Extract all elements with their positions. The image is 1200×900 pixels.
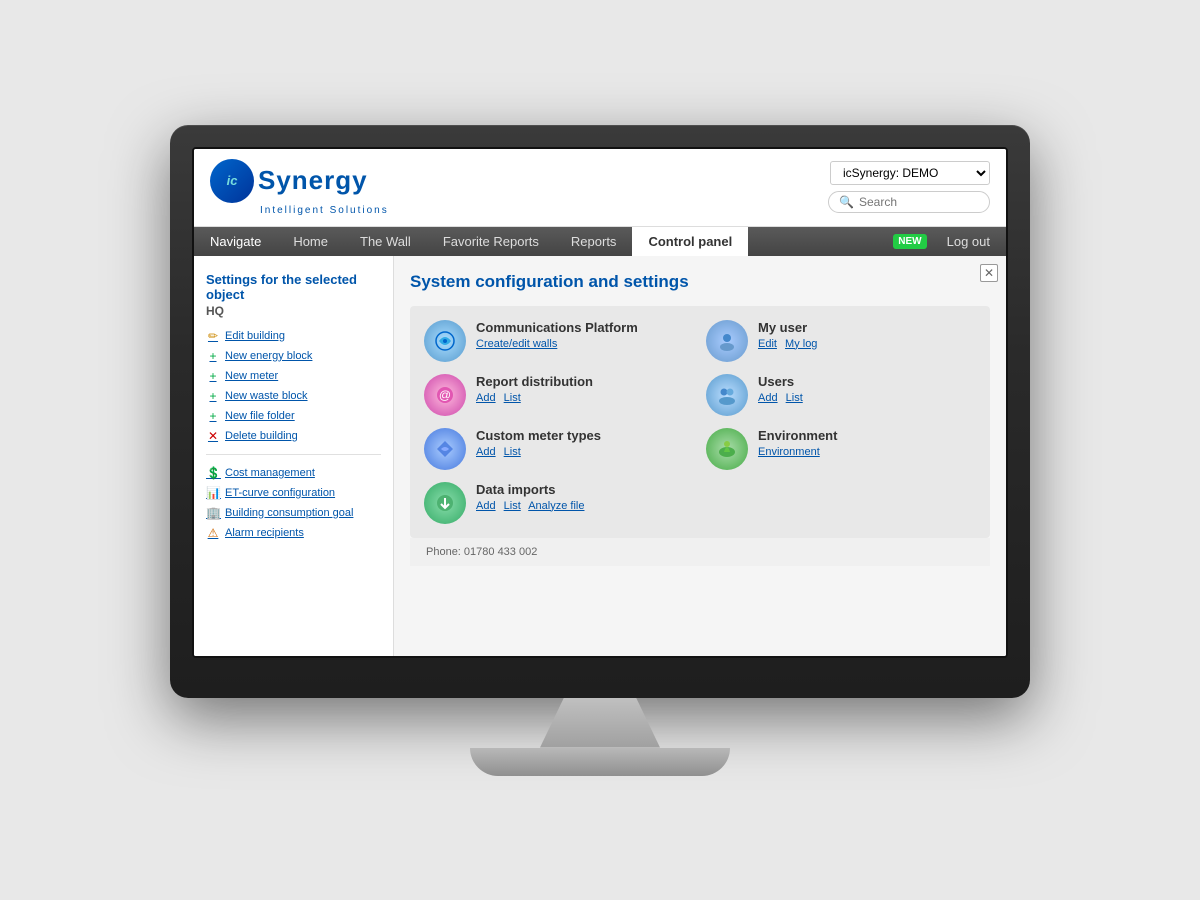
monitor-stand-neck xyxy=(540,698,660,748)
footer-phone: Phone: 01780 433 002 xyxy=(410,538,990,566)
sidebar-subtitle: HQ xyxy=(194,304,393,326)
my-user-links: Edit My log xyxy=(758,338,822,350)
sidebar-link-cost[interactable]: 💲 Cost management xyxy=(194,463,393,483)
logo-icon: ic xyxy=(210,159,254,203)
app-wrapper: ic Synergy Intelligent Solutions icSyner… xyxy=(194,149,1006,656)
logo-tagline: Intelligent Solutions xyxy=(260,205,389,216)
custom-meter-list-link[interactable]: List xyxy=(504,446,521,458)
header-right: icSynergy: DEMO 🔍 xyxy=(828,161,990,213)
logo-area: ic Synergy Intelligent Solutions xyxy=(210,159,389,216)
search-icon: 🔍 xyxy=(839,195,854,209)
custom-meter-text: Custom meter types Add List xyxy=(476,428,601,458)
comm-platform-icon xyxy=(424,320,466,362)
search-input[interactable] xyxy=(859,195,979,209)
logout-button[interactable]: Log out xyxy=(931,227,1006,256)
cost-icon: 💲 xyxy=(206,466,220,480)
sidebar-divider xyxy=(206,454,381,455)
users-icon xyxy=(706,374,748,416)
monitor-stand-base xyxy=(470,748,730,776)
sidebar-link-edit-building[interactable]: ✏ Edit building xyxy=(194,326,393,346)
config-item-data: Data imports Add List Analyze file xyxy=(424,482,694,524)
data-imports-links: Add List Analyze file xyxy=(476,500,589,512)
monitor: ic Synergy Intelligent Solutions icSyner… xyxy=(170,125,1030,776)
header: ic Synergy Intelligent Solutions icSyner… xyxy=(194,149,1006,227)
content-title: System configuration and settings xyxy=(410,272,990,292)
plus-icon-4: + xyxy=(206,409,220,423)
monitor-screen: ic Synergy Intelligent Solutions icSyner… xyxy=(192,147,1008,658)
plus-icon-3: + xyxy=(206,389,220,403)
custom-meter-icon xyxy=(424,428,466,470)
report-dist-text: Report distribution Add List xyxy=(476,374,593,404)
data-imports-analyze-link[interactable]: Analyze file xyxy=(528,500,584,512)
my-user-icon xyxy=(706,320,748,362)
sidebar-title: Settings for the selected object xyxy=(194,266,393,304)
report-dist-add-link[interactable]: Add xyxy=(476,392,496,404)
main-layout: Settings for the selected object HQ ✏ Ed… xyxy=(194,256,1006,656)
users-links: Add List xyxy=(758,392,808,404)
nav-item-reports[interactable]: Reports xyxy=(555,227,633,256)
sidebar-link-new-energy[interactable]: + New energy block xyxy=(194,346,393,366)
my-user-log-link[interactable]: My log xyxy=(785,338,817,350)
nav-item-navigate[interactable]: Navigate xyxy=(194,227,277,256)
config-item-report: @ Report distribution Add List xyxy=(424,374,694,416)
config-item-myuser: My user Edit My log xyxy=(706,320,976,362)
custom-meter-add-link[interactable]: Add xyxy=(476,446,496,458)
demo-select[interactable]: icSynergy: DEMO xyxy=(830,161,990,185)
content-area: ✕ System configuration and settings Comm… xyxy=(394,256,1006,656)
sidebar-link-new-meter[interactable]: + New meter xyxy=(194,366,393,386)
sidebar-link-alarm[interactable]: ⚠ Alarm recipients xyxy=(194,523,393,543)
data-imports-text: Data imports Add List Analyze file xyxy=(476,482,589,512)
users-add-link[interactable]: Add xyxy=(758,392,778,404)
nav-right: NEW Log out xyxy=(893,227,1006,256)
sidebar: Settings for the selected object HQ ✏ Ed… xyxy=(194,256,394,656)
comm-platform-links: Create/edit walls xyxy=(476,338,638,350)
sidebar-link-new-file[interactable]: + New file folder xyxy=(194,406,393,426)
environment-link[interactable]: Environment xyxy=(758,446,820,458)
navbar: Navigate Home The Wall Favorite Reports … xyxy=(194,227,1006,256)
data-imports-add-link[interactable]: Add xyxy=(476,500,496,512)
logo-text-row: ic Synergy xyxy=(210,159,368,203)
my-user-text: My user Edit My log xyxy=(758,320,822,350)
svg-text:@: @ xyxy=(439,388,451,402)
sidebar-link-new-waste[interactable]: + New waste block xyxy=(194,386,393,406)
sidebar-link-consumption[interactable]: 🏢 Building consumption goal xyxy=(194,503,393,523)
data-imports-list-link[interactable]: List xyxy=(504,500,521,512)
delete-icon: ✕ xyxy=(206,429,220,443)
config-item-custom: Custom meter types Add List xyxy=(424,428,694,470)
config-item-environment: Environment Environment xyxy=(706,428,976,470)
report-dist-links: Add List xyxy=(476,392,593,404)
nav-item-the-wall[interactable]: The Wall xyxy=(344,227,427,256)
comm-platform-text: Communications Platform Create/edit wall… xyxy=(476,320,638,350)
search-box: 🔍 xyxy=(828,191,990,213)
edit-icon: ✏ xyxy=(206,329,220,343)
nav-item-control-panel[interactable]: Control panel xyxy=(632,227,748,256)
new-badge: NEW xyxy=(893,234,926,249)
environment-text: Environment Environment xyxy=(758,428,837,458)
sidebar-link-et[interactable]: 📊 ET-curve configuration xyxy=(194,483,393,503)
create-edit-walls-link[interactable]: Create/edit walls xyxy=(476,338,557,350)
config-item-comm: Communications Platform Create/edit wall… xyxy=(424,320,694,362)
close-button[interactable]: ✕ xyxy=(980,264,998,282)
users-text: Users Add List xyxy=(758,374,808,404)
report-dist-icon: @ xyxy=(424,374,466,416)
plus-icon-2: + xyxy=(206,369,220,383)
data-imports-icon xyxy=(424,482,466,524)
sidebar-link-delete-building[interactable]: ✕ Delete building xyxy=(194,426,393,446)
alarm-icon: ⚠ xyxy=(206,526,220,540)
monitor-bezel: ic Synergy Intelligent Solutions icSyner… xyxy=(170,125,1030,698)
nav-item-home[interactable]: Home xyxy=(277,227,344,256)
users-list-link[interactable]: List xyxy=(786,392,803,404)
building-icon: 🏢 xyxy=(206,506,220,520)
plus-icon: + xyxy=(206,349,220,363)
custom-meter-links: Add List xyxy=(476,446,601,458)
config-grid: Communications Platform Create/edit wall… xyxy=(410,306,990,538)
logo-text: Synergy xyxy=(258,165,368,196)
report-dist-list-link[interactable]: List xyxy=(504,392,521,404)
nav-item-favorite-reports[interactable]: Favorite Reports xyxy=(427,227,555,256)
chart-icon: 📊 xyxy=(206,486,220,500)
environment-icon xyxy=(706,428,748,470)
my-user-edit-link[interactable]: Edit xyxy=(758,338,777,350)
config-item-users: Users Add List xyxy=(706,374,976,416)
environment-links: Environment xyxy=(758,446,837,458)
